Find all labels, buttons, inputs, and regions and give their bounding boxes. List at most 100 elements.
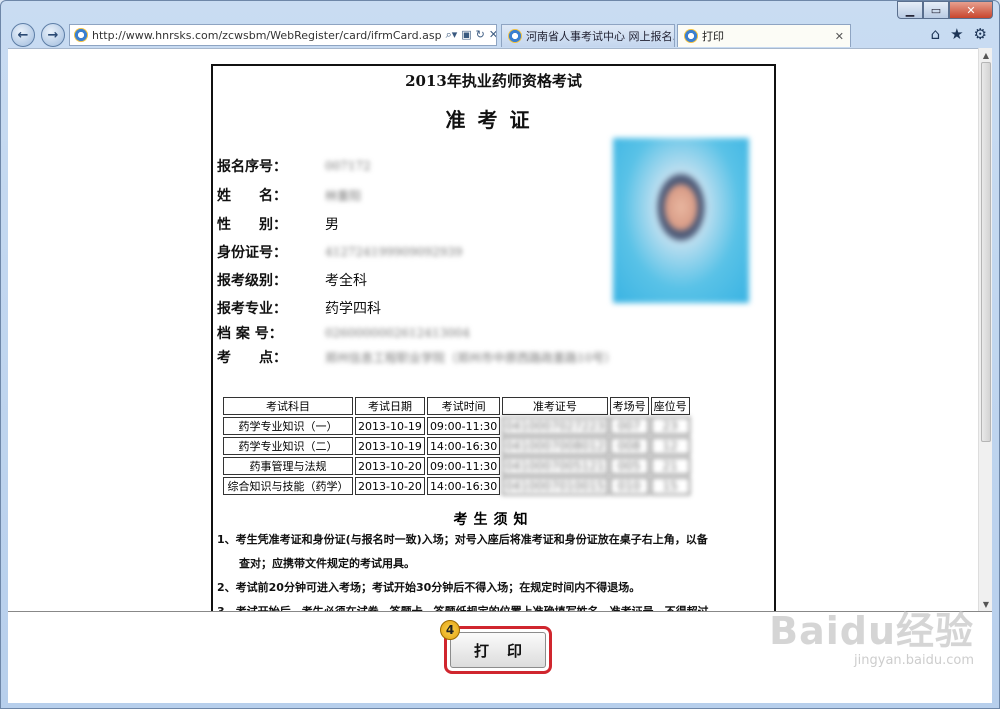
stop-icon[interactable]: ✕	[489, 28, 496, 42]
table-cell: 0410007008012	[502, 437, 608, 455]
table-cell: 药事管理与法规	[223, 457, 353, 475]
column-header: 座位号	[650, 397, 690, 415]
step-number-badge: 4	[440, 620, 460, 640]
favorites-star-icon[interactable]: ★	[950, 25, 963, 43]
field-value: 药学四科	[325, 301, 381, 317]
navigation-bar: ← → http://www.hnrsks.com/zcwsbm/WebRegi…	[1, 21, 1000, 49]
table-cell: 12	[650, 437, 690, 455]
scroll-down-arrow-icon[interactable]: ▼	[979, 597, 993, 611]
field-label: 档 案 号：	[217, 326, 283, 342]
table-cell: 药学专业知识（一）	[223, 417, 353, 435]
table-row: 药学专业知识（二） 2013-10-19 14:00-16:30 0410007…	[223, 437, 690, 455]
field-value: 郑州信息工程职业学院（郑州市中原西路政墨路10号）	[325, 350, 617, 365]
field-serial: 报名序号： 007172	[217, 155, 371, 177]
field-value: 林重阳	[325, 188, 362, 203]
table-cell: 2013-10-20	[355, 457, 425, 475]
gear-icon[interactable]: ⚙	[974, 25, 987, 43]
table-cell: 23	[650, 417, 690, 435]
column-header: 考试科目	[223, 397, 353, 415]
baidu-watermark: Baidu经验 jingyan.baidu.com	[769, 600, 974, 668]
search-icon[interactable]: ⌕▾	[446, 28, 458, 42]
table-cell: 007	[609, 417, 649, 435]
refresh-icon[interactable]: ↻	[476, 28, 485, 42]
field-value: 考全科	[325, 273, 367, 289]
table-cell: 0410007010015	[502, 477, 608, 495]
field-label: 考 点：	[217, 350, 287, 366]
admission-ticket: 2013年执业药师资格考试 准考证 报名序号： 007172 姓 名： 林重阳 …	[211, 64, 776, 611]
field-value: 0260000002612413004	[325, 326, 471, 340]
field-label: 性 别：	[217, 217, 287, 233]
table-row: 综合知识与技能（药学） 2013-10-20 14:00-16:30 04100…	[223, 477, 690, 495]
field-archive: 档 案 号： 0260000002612413004	[217, 322, 470, 344]
column-header: 考试日期	[355, 397, 425, 415]
tab-label: 河南省人事考试中心 网上报名...	[526, 30, 675, 43]
forward-button[interactable]: →	[41, 23, 65, 47]
field-exam-site: 考 点： 郑州信息工程职业学院（郑州市中原西路政墨路10号）	[217, 346, 616, 368]
home-icon[interactable]: ⌂	[931, 25, 941, 43]
field-name: 姓 名： 林重阳	[217, 184, 361, 206]
page-content: 2013年执业药师资格考试 准考证 报名序号： 007172 姓 名： 林重阳 …	[8, 48, 978, 611]
table-cell: 0410007027223	[502, 417, 608, 435]
notice-line: 3、考试开始后，考生必须在试卷、答题卡、答题纸规定的位置上准确填写姓名、准考证号…	[217, 600, 769, 611]
window-controls: ▁ ▭ ✕	[897, 1, 993, 19]
watermark-main: Baidu经验	[769, 609, 974, 653]
close-button[interactable]: ✕	[949, 1, 993, 19]
toolbar-right: ⌂ ★ ⚙	[931, 25, 987, 43]
maximize-button[interactable]: ▭	[923, 1, 949, 19]
field-level: 报考级别： 考全科	[217, 269, 367, 291]
address-tools: ⌕▾ ▣ ↻ ✕	[446, 28, 496, 42]
table-cell: 2013-10-19	[355, 437, 425, 455]
table-cell: 2013-10-20	[355, 477, 425, 495]
table-cell: 药学专业知识（二）	[223, 437, 353, 455]
table-cell: 010	[609, 477, 649, 495]
forward-arrow-icon: →	[47, 27, 59, 43]
minimize-button[interactable]: ▁	[897, 1, 923, 19]
field-label: 报考级别：	[217, 273, 287, 289]
notice-line: 1、考生凭准考证和身份证(与报名时一致)入场；对号入座后将准考证和身份证放在桌子…	[217, 533, 708, 546]
tab-registration[interactable]: 河南省人事考试中心 网上报名...	[501, 24, 675, 47]
print-highlight: 打印	[444, 626, 552, 674]
ie-tab-icon	[684, 29, 698, 43]
table-cell: 2013-10-19	[355, 417, 425, 435]
table-cell: 008	[609, 437, 649, 455]
print-button[interactable]: 打印	[450, 632, 546, 668]
column-header: 考试时间	[426, 397, 501, 415]
address-bar[interactable]: http://www.hnrsks.com/zcwsbm/WebRegister…	[69, 24, 497, 46]
table-header-row: 考试科目 考试日期 考试时间 准考证号 考场号 座位号	[223, 397, 690, 415]
table-cell: 21	[650, 457, 690, 475]
notice-line: 查对；应携带文件规定的考试用具。	[217, 557, 415, 570]
vertical-scrollbar[interactable]: ▲ ▼	[978, 48, 992, 611]
table-cell: 005	[609, 457, 649, 475]
notice-title: 考生须知	[453, 512, 534, 528]
table-cell: 综合知识与技能（药学）	[223, 477, 353, 495]
column-header: 准考证号	[502, 397, 608, 415]
field-label: 报考专业：	[217, 301, 287, 317]
address-url: http://www.hnrsks.com/zcwsbm/WebRegister…	[92, 28, 442, 42]
candidate-photo	[613, 138, 749, 303]
watermark-sub: jingyan.baidu.com	[854, 653, 974, 668]
scroll-up-arrow-icon[interactable]: ▲	[979, 48, 993, 62]
ie-tab-icon	[508, 29, 522, 43]
back-button[interactable]: ←	[11, 23, 35, 47]
tab-label: 打印	[702, 30, 724, 43]
field-major: 报考专业： 药学四科	[217, 297, 381, 319]
back-arrow-icon: ←	[17, 27, 29, 43]
tab-close-icon[interactable]: ✕	[835, 30, 844, 43]
table-cell: 14:00-16:30	[426, 477, 501, 495]
table-row: 药事管理与法规 2013-10-20 09:00-11:30 041000700…	[223, 457, 690, 475]
table-cell: 14:00-16:30	[426, 437, 501, 455]
field-label: 身份证号：	[217, 245, 287, 261]
compatibility-icon[interactable]: ▣	[461, 28, 471, 42]
field-label: 姓 名：	[217, 188, 287, 204]
field-label: 报名序号：	[217, 159, 287, 175]
field-id-number: 身份证号： 412724199909092939	[217, 241, 462, 263]
exam-year-title: 2013年执业药师资格考试	[405, 72, 582, 90]
table-cell: 0410007005121	[502, 457, 608, 475]
table-cell: 09:00-11:30	[426, 417, 501, 435]
tab-print[interactable]: 打印 ✕	[677, 24, 851, 47]
table-cell: 15	[650, 477, 690, 495]
scroll-thumb[interactable]	[981, 62, 991, 442]
field-value: 007172	[325, 159, 371, 173]
notice-line: 2、考试前20分钟可进入考场；考试开始30分钟后不得入场；在规定时间内不得退场。	[217, 581, 641, 594]
ticket-title: 准考证	[445, 108, 542, 132]
